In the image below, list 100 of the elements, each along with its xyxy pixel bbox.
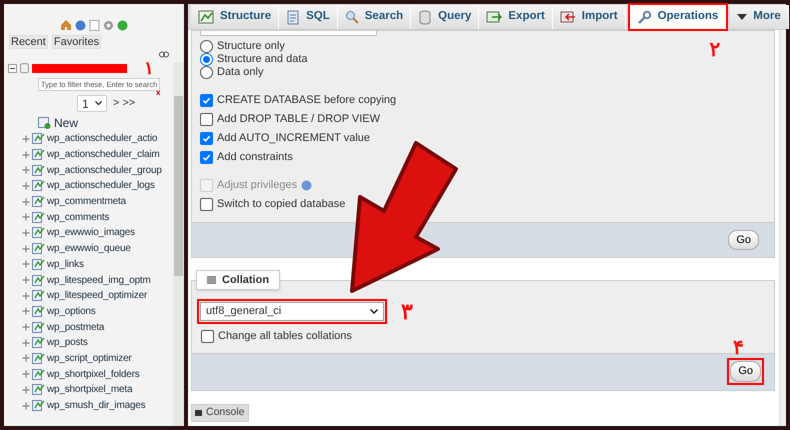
radio-button[interactable]	[200, 40, 213, 52]
expand-icon[interactable]	[22, 213, 30, 222]
table-link[interactable]: wp_comments	[47, 210, 110, 225]
radio-label: Data only	[217, 64, 264, 80]
table-link[interactable]: wp_shortpixel_meta	[47, 382, 132, 398]
tab[interactable]: Import	[552, 5, 626, 29]
database-icon	[20, 62, 29, 74]
table-icon	[32, 322, 45, 333]
table-icon	[32, 258, 45, 270]
expand-icon[interactable]	[22, 276, 30, 284]
collapse-icon[interactable]	[8, 64, 17, 72]
collation-select[interactable]: utf8_general_ci	[200, 302, 384, 321]
table-link[interactable]: wp_actionscheduler_actio	[47, 131, 158, 146]
table-link[interactable]: wp_actionscheduler_logs	[47, 178, 155, 194]
expand-icon[interactable]	[22, 198, 30, 206]
sidebar-tab[interactable]: Favorites	[52, 35, 102, 49]
table-icon	[198, 10, 214, 24]
expand-icon[interactable]	[22, 354, 30, 362]
caret-icon	[737, 13, 748, 21]
table-icon	[32, 196, 45, 208]
checkbox[interactable]	[200, 198, 213, 211]
table-link[interactable]: wp_ewwwio_images	[47, 225, 135, 240]
expand-icon[interactable]	[22, 292, 30, 300]
table-icon	[32, 149, 45, 160]
radio-button[interactable]	[200, 66, 213, 78]
step-number: ۲	[710, 38, 721, 63]
tab[interactable]: Search	[338, 5, 412, 29]
checkbox[interactable]	[200, 132, 213, 145]
expand-icon[interactable]	[22, 370, 30, 378]
table-link[interactable]: wp_actionscheduler_claim	[47, 147, 160, 162]
table-link[interactable]: wp_script_optimizer	[47, 350, 132, 366]
expand-icon[interactable]	[22, 338, 30, 347]
table-link[interactable]: wp_litespeed_img_optm	[47, 272, 151, 288]
checkbox[interactable]	[200, 151, 213, 164]
clear-button[interactable]: x	[156, 88, 160, 97]
table-link[interactable]: wp_postmeta	[47, 320, 104, 335]
input-field[interactable]	[200, 31, 377, 36]
expand-icon[interactable]	[22, 402, 30, 410]
tab[interactable]: Export	[479, 5, 553, 29]
checkbox-label: Change all tables collations	[218, 329, 352, 344]
expand-icon[interactable]	[22, 166, 30, 174]
checkbox[interactable]	[201, 330, 214, 343]
scrollbar[interactable]	[173, 62, 184, 426]
radio-button[interactable]	[200, 52, 213, 66]
tab[interactable]: More	[730, 5, 789, 29]
tab[interactable]: SQL	[279, 5, 338, 29]
search-icon	[344, 10, 359, 24]
table-icon	[32, 290, 45, 302]
step-number: ۴	[733, 338, 744, 358]
caret-icon	[95, 101, 102, 106]
table-link[interactable]: wp_commentmeta	[47, 194, 126, 210]
checkbox-label: Add DROP TABLE / DROP VIEW	[217, 112, 380, 128]
new-link[interactable]: New	[54, 114, 78, 132]
document-icon	[89, 20, 100, 31]
expand-icon[interactable]	[22, 323, 30, 332]
go-button[interactable]: Go	[728, 230, 759, 250]
expand-icon[interactable]	[22, 307, 30, 316]
table-icon	[32, 227, 45, 238]
settings-icon	[103, 20, 114, 31]
expand-icon[interactable]	[22, 228, 30, 237]
page-select[interactable]: 1	[77, 95, 107, 112]
table-icon	[32, 133, 45, 144]
expand-icon[interactable]	[22, 260, 30, 268]
expand-icon[interactable]	[22, 182, 30, 190]
checkbox[interactable]	[200, 113, 213, 126]
table-link[interactable]: wp_ewwwio_queue	[47, 241, 131, 256]
table-icon	[32, 368, 45, 380]
scrollbar[interactable]	[779, 30, 786, 426]
import-icon	[560, 10, 576, 24]
checkbox-label: Adjust privileges	[217, 178, 298, 194]
table-link[interactable]: wp_links	[47, 256, 84, 272]
link-icon[interactable]	[159, 51, 169, 58]
expand-icon[interactable]	[22, 386, 30, 394]
checkbox-label: Add constraints	[217, 150, 293, 166]
table-link[interactable]: wp_actionscheduler_group	[47, 162, 162, 178]
table-link[interactable]: wp_litespeed_optimizer	[47, 288, 148, 304]
table-link[interactable]: wp_posts	[47, 335, 88, 350]
step-number: ۱	[144, 62, 154, 74]
table-icon	[32, 384, 45, 396]
export-icon	[486, 10, 502, 24]
radio-label: Structure and data	[217, 52, 308, 67]
step-number: ۳	[401, 300, 413, 322]
checkbox[interactable]	[200, 94, 213, 107]
tab[interactable]: Structure	[191, 5, 280, 29]
table-link[interactable]: wp_smush_dir_images	[47, 398, 146, 414]
console-tab[interactable]: Console	[191, 404, 249, 422]
wrench-icon	[636, 10, 652, 24]
pager-link[interactable]: > >>	[113, 95, 136, 112]
caret-icon	[370, 309, 378, 314]
expand-icon[interactable]	[22, 150, 30, 159]
document-icon	[286, 10, 300, 24]
checkbox-label: Add AUTO_INCREMENT value	[217, 131, 370, 146]
go-button[interactable]: Go	[730, 361, 761, 382]
tab[interactable]: Operations	[630, 5, 726, 29]
expand-icon[interactable]	[22, 244, 30, 253]
expand-icon[interactable]	[22, 134, 30, 143]
tab[interactable]: Query	[411, 5, 480, 29]
table-link[interactable]: wp_options	[47, 304, 96, 319]
sidebar-tab[interactable]: Recent	[9, 35, 48, 49]
table-link[interactable]: wp_shortpixel_folders	[47, 366, 140, 382]
